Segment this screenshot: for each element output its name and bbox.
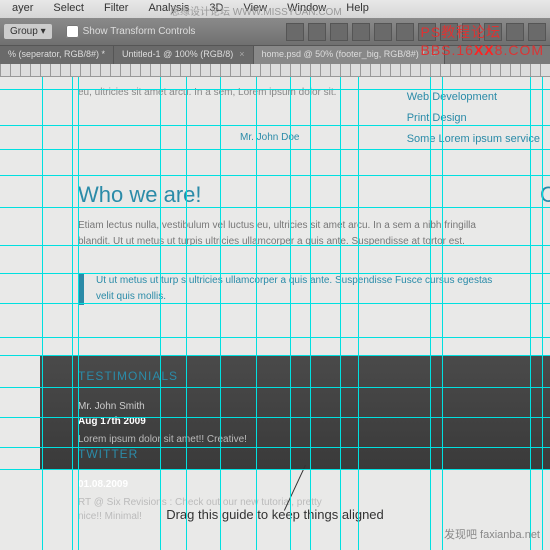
show-transform-checkbox[interactable] (66, 25, 79, 38)
align-icon[interactable] (330, 23, 348, 41)
tab-seperator[interactable]: % (seperator, RGB/8#) * (0, 46, 114, 64)
who-section: Who we are! Etiam lectus nulla, vestibul… (78, 182, 508, 250)
close-icon[interactable]: × (239, 49, 244, 59)
footer-testimonials: TESTIMONIALS Mr. John Smith Aug 17th 200… (78, 369, 338, 447)
menu-layer[interactable]: ayer (2, 0, 43, 18)
blockquote: Ut ut metus ut turp s ultricies ullamcor… (78, 273, 508, 305)
align-icon[interactable] (286, 23, 304, 41)
footer-date: Aug 17th 2009 (78, 416, 338, 427)
footer-text: Lorem ipsum dolor sit amet!! Creative! (78, 433, 338, 447)
tab-home-psd[interactable]: home.psd @ 50% (footer_big, RGB/8#) *× (254, 46, 445, 64)
quote-bar (78, 273, 84, 305)
ruler-horizontal[interactable] (0, 64, 550, 77)
align-icon[interactable] (374, 23, 392, 41)
align-icon[interactable] (308, 23, 326, 41)
footer: TESTIMONIALS Mr. John Smith Aug 17th 200… (40, 355, 550, 470)
menu-help[interactable]: Help (336, 0, 379, 18)
annotation-caption: Drag this guide to keep things aligned (0, 507, 550, 522)
watermark-bottom: 发现吧 faxianba.net (444, 526, 540, 542)
quote-text: Ut ut metus ut turp s ultricies ullamcor… (96, 273, 508, 305)
align-icon[interactable] (396, 23, 414, 41)
right-column-peek: C (540, 182, 550, 208)
who-title: Who we are! (78, 182, 508, 208)
canvas[interactable]: eu, ultricies sit amet arcu. In a sem, L… (0, 77, 550, 550)
watermark-top: 思缘设计论坛 WWW.MISSYUAN.COM (170, 3, 342, 18)
who-body: Etiam lectus nulla, vestibulum vel luctu… (78, 218, 508, 250)
footer-name: Mr. John Smith (78, 401, 338, 412)
service-item: Some Lorem ipsum service (407, 129, 540, 150)
document: eu, ultricies sit amet arcu. In a sem, L… (0, 77, 550, 550)
testimonial-text: eu, ultricies sit amet arcu. In a sem, L… (78, 85, 358, 100)
service-item: Web Development (407, 87, 540, 108)
services-list: Web Development Print Design Some Lorem … (407, 87, 540, 150)
watermark-right: PS教程论坛BBS.16XX8.COM (420, 22, 544, 58)
menu-select[interactable]: Select (43, 0, 94, 18)
align-icon[interactable] (352, 23, 370, 41)
show-transform-label: Show Transform Controls (83, 26, 196, 37)
footer-heading: TESTIMONIALS (78, 369, 338, 383)
service-item: Print Design (407, 108, 540, 129)
menu-filter[interactable]: Filter (94, 0, 138, 18)
testimonial-author: Mr. John Doe (240, 132, 299, 143)
layer-group-select[interactable]: Group ▾ (4, 24, 52, 39)
footer-heading: TWITTER (78, 447, 338, 461)
tab-untitled[interactable]: Untitled-1 @ 100% (RGB/8)× (114, 46, 253, 64)
